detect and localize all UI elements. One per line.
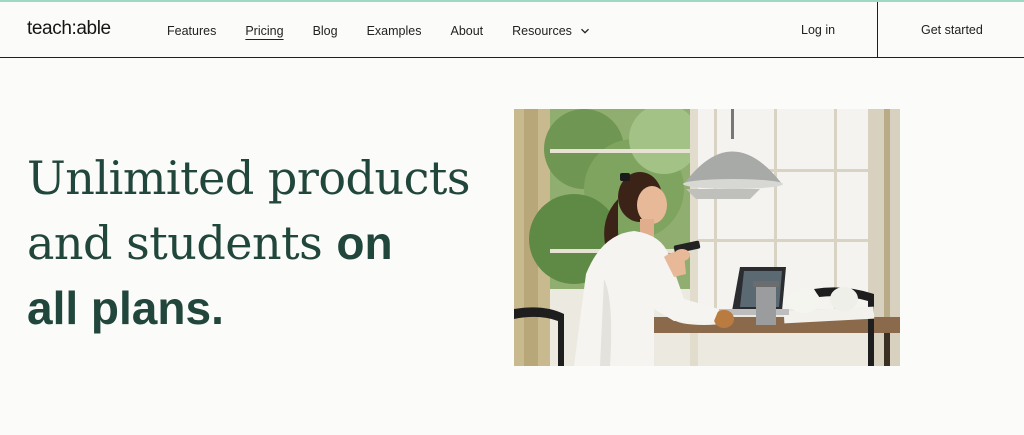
nav-about-label: About (450, 24, 484, 38)
nav-resources-label: Resources (512, 24, 572, 38)
hero-photo-illustration (514, 109, 900, 366)
nav-blog-label: Blog (312, 24, 338, 38)
chevron-down-icon (580, 28, 589, 34)
nav-blog[interactable]: Blog (313, 24, 338, 38)
login-link[interactable]: Log in (801, 23, 835, 37)
top-navbar: teach:able Features Pricing Blog Example… (0, 2, 1024, 58)
get-started-button[interactable]: Get started (921, 23, 983, 37)
nav-pricing[interactable]: Pricing (245, 24, 283, 38)
nav-examples[interactable]: Examples (367, 24, 422, 38)
hero-line-3: all plans. (27, 282, 224, 334)
hero-photo (514, 109, 900, 366)
hero-line-2-sans: on (336, 217, 393, 269)
nav-features-label: Features (167, 24, 217, 38)
nav-pricing-label: Pricing (245, 24, 284, 38)
nav-resources-dropdown[interactable]: Resources (512, 24, 590, 38)
primary-nav: Features Pricing Blog Examples About Res… (167, 24, 619, 38)
teachable-logo[interactable]: teach:able (27, 18, 111, 40)
nav-divider (877, 2, 878, 58)
nav-examples-label: Examples (366, 24, 422, 38)
nav-features[interactable]: Features (167, 24, 216, 38)
hero-line-1: Unlimited products (27, 151, 470, 205)
hero-headline: Unlimited products and students on all p… (27, 146, 497, 341)
nav-about[interactable]: About (450, 24, 483, 38)
hero-line-2-serif: and students (27, 216, 337, 270)
